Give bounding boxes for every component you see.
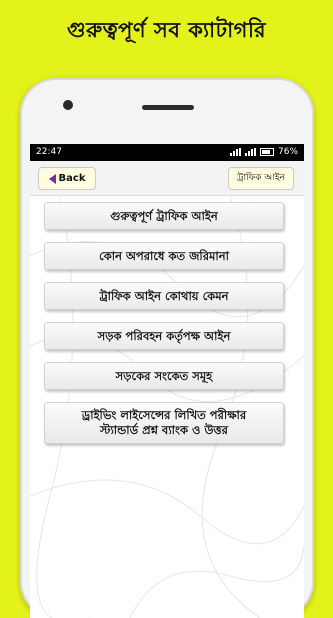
section-button[interactable]: ট্রাফিক আইন <box>228 167 294 190</box>
menu-item-important-traffic-law[interactable]: গুরুত্বপূর্ণ ট্রাফিক আইন <box>44 202 284 230</box>
battery-icon <box>259 148 274 156</box>
status-bar: 22:47 76% <box>30 144 304 161</box>
menu-item-road-transport-authority[interactable]: সড়ক পরিবহন কর্তৃপক্ষ আইন <box>44 322 284 350</box>
menu-item-label: গুরুত্বপূর্ণ ট্রাফিক আইন <box>110 208 218 223</box>
status-time: 22:47 <box>36 147 62 157</box>
menu-item-label: সড়ক পরিবহন কর্তৃপক্ষ আইন <box>97 328 231 343</box>
speaker-grille <box>142 105 194 110</box>
menu-item-license-question-bank[interactable]: ড্রাইভিং লাইসেন্সের লিখিত পরীক্ষার স্ট্য… <box>44 402 284 444</box>
phone-frame: 22:47 76% Back ট্রাফিক আইন গুরুত্বপূর্ণ … <box>20 78 314 618</box>
back-arrow-icon <box>48 173 56 184</box>
camera-icon <box>63 100 73 110</box>
signal-icon <box>229 148 241 156</box>
promo-banner-title: গুরুত্বপূর্ণ সব ক্যাটাগরি <box>66 18 267 42</box>
menu-item-label: কোন অপরাধে কত জরিমানা <box>99 248 229 263</box>
menu-item-fines[interactable]: কোন অপরাধে কত জরিমানা <box>44 242 284 270</box>
back-button-label: Back <box>58 173 86 184</box>
signal-icon-2 <box>244 148 256 156</box>
back-button[interactable]: Back <box>38 167 96 190</box>
app-screen: 22:47 76% Back ট্রাফিক আইন গুরুত্বপূর্ণ … <box>30 144 304 618</box>
menu-item-label: ড্রাইভিং লাইসেন্সের লিখিত পরীক্ষার স্ট্য… <box>81 408 247 437</box>
menu-item-traffic-law-where[interactable]: ট্রাফিক আইন কোথায় কেমন <box>44 282 284 310</box>
app-toolbar: Back ট্রাফিক আইন <box>30 161 304 196</box>
status-indicators: 76% <box>229 147 298 157</box>
menu-item-label: সড়কের সংকেত সমূহ <box>115 368 213 383</box>
menu-item-label: ট্রাফিক আইন কোথায় কেমন <box>99 288 229 303</box>
battery-percent: 76% <box>277 147 298 157</box>
menu-item-road-signs[interactable]: সড়কের সংকেত সমূহ <box>44 362 284 390</box>
